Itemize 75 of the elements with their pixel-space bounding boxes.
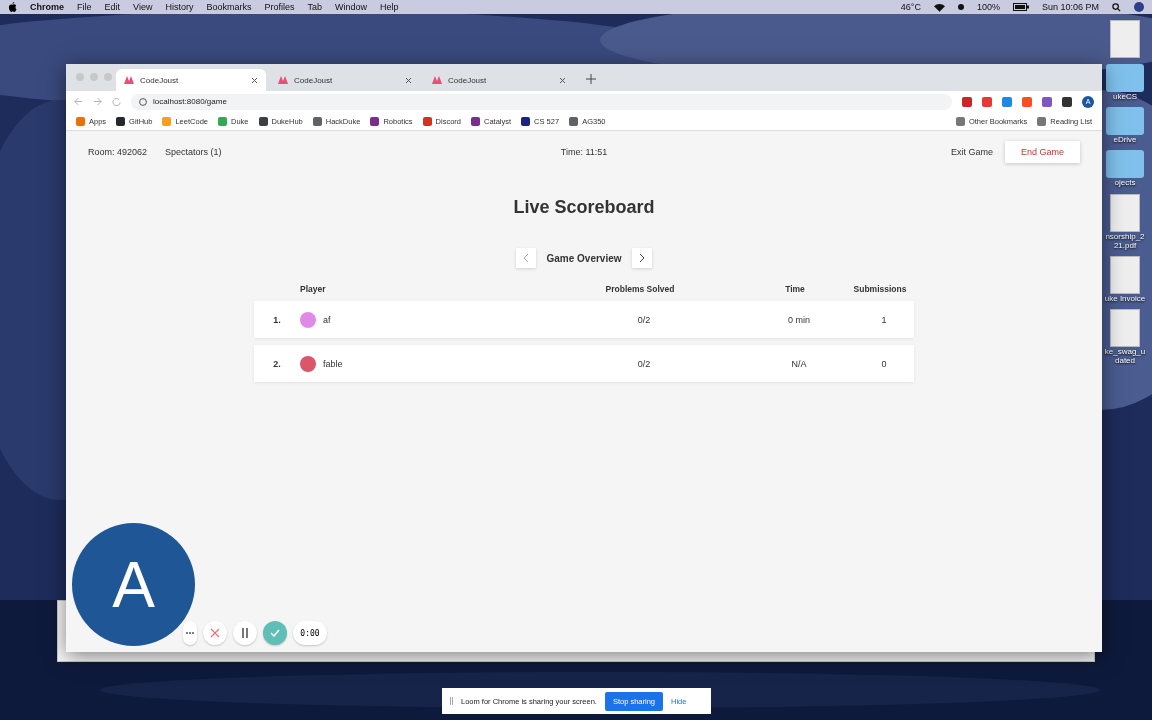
file-name: eDrive <box>1113 135 1137 145</box>
wifi-icon[interactable] <box>933 2 945 12</box>
player-name: fable <box>323 358 343 369</box>
table-cell-text: 0 <box>880 358 888 369</box>
spectators-link[interactable]: Spectators (1) <box>165 147 222 157</box>
file-name: uke Invoice <box>1104 293 1146 304</box>
site-logo <box>124 76 134 84</box>
page-title: Live Scoreboard <box>513 197 655 218</box>
browser-tab[interactable]: CodeJoust <box>424 69 574 91</box>
folder-icon[interactable] <box>1106 150 1144 179</box>
dot-icon <box>957 4 964 10</box>
menu-item[interactable]: Bookmarks <box>206 2 252 12</box>
close-icon[interactable] <box>405 76 412 84</box>
site-logo <box>278 76 288 84</box>
menu-clock[interactable]: Sun 10:06 PM <box>1041 2 1099 12</box>
plus-icon[interactable] <box>586 74 596 84</box>
table-cell-text: 1 <box>880 314 888 325</box>
column-header: Time <box>784 284 806 294</box>
forward-icon[interactable] <box>93 97 102 106</box>
player-name: af <box>323 314 331 325</box>
extension-icon[interactable] <box>962 96 972 107</box>
file-name: ukeCS <box>1113 92 1137 102</box>
column-header: Problems Solved <box>604 284 676 294</box>
folder-icon[interactable] <box>1106 107 1144 136</box>
browser-tab[interactable]: CodeJoust <box>116 69 266 91</box>
file-name: ke_swag_u <box>1104 347 1146 357</box>
view-title: Game Overview <box>546 252 622 264</box>
column-header: Player <box>300 284 327 294</box>
chevron-left-icon <box>523 254 530 262</box>
end-game-button[interactable]: End Game <box>1004 141 1080 163</box>
menu-item[interactable]: View <box>133 2 153 12</box>
drag-handle-icon[interactable] <box>450 697 453 705</box>
apple-icon[interactable] <box>8 2 17 12</box>
table-cell-text: 0 min <box>787 314 811 325</box>
more-button[interactable] <box>183 621 197 645</box>
table-cell-text: 0/2 <box>636 314 652 325</box>
check-icon <box>270 629 280 637</box>
file-name: dated <box>1115 356 1135 366</box>
menu-item[interactable]: Profiles <box>264 2 295 12</box>
site-logo <box>432 76 442 84</box>
address-bar[interactable]: localhost:8080/game <box>131 93 952 110</box>
menu-item[interactable]: Help <box>380 2 399 12</box>
room-code: Room: 492062 <box>88 147 148 157</box>
menu-item[interactable]: File <box>77 2 92 12</box>
battery-reading: 100% <box>976 2 1000 12</box>
rank-number: 1. <box>272 314 282 325</box>
document-icon[interactable] <box>1110 193 1140 232</box>
document-icon[interactable] <box>1110 309 1140 348</box>
extension-icon[interactable] <box>1062 96 1072 107</box>
close-icon[interactable] <box>251 76 258 84</box>
column-header: Submissions <box>852 284 908 294</box>
search-icon[interactable] <box>1112 2 1121 12</box>
file-name: 21.pdf <box>1113 240 1137 250</box>
close-icon <box>210 628 220 638</box>
chevron-right-icon <box>638 254 645 262</box>
temperature-reading: 46°C <box>900 2 921 12</box>
menu-item[interactable]: Window <box>334 2 367 12</box>
menu-item[interactable]: Edit <box>104 2 121 12</box>
avatar-icon[interactable] <box>1134 2 1144 12</box>
battery-icon[interactable] <box>1012 3 1029 11</box>
rank-number: 2. <box>272 358 282 369</box>
file-name: ojects <box>1114 178 1136 188</box>
table-cell-text: 0/2 <box>636 358 652 369</box>
back-icon[interactable] <box>74 97 83 106</box>
table-cell-text: N/A <box>790 358 808 369</box>
document-icon[interactable] <box>1110 255 1140 294</box>
exit-game-link[interactable]: Exit Game <box>950 147 993 157</box>
pause-icon <box>241 628 249 638</box>
close-icon[interactable] <box>559 76 566 84</box>
browser-tab[interactable]: CodeJoust <box>270 69 420 91</box>
file-name: nsorship_2 <box>1105 231 1145 241</box>
menu-item[interactable]: History <box>165 2 194 12</box>
game-timer: Time: 11:51 <box>560 147 608 157</box>
menu-item[interactable]: Tab <box>307 2 322 12</box>
app-menu[interactable]: Chrome <box>30 2 64 12</box>
